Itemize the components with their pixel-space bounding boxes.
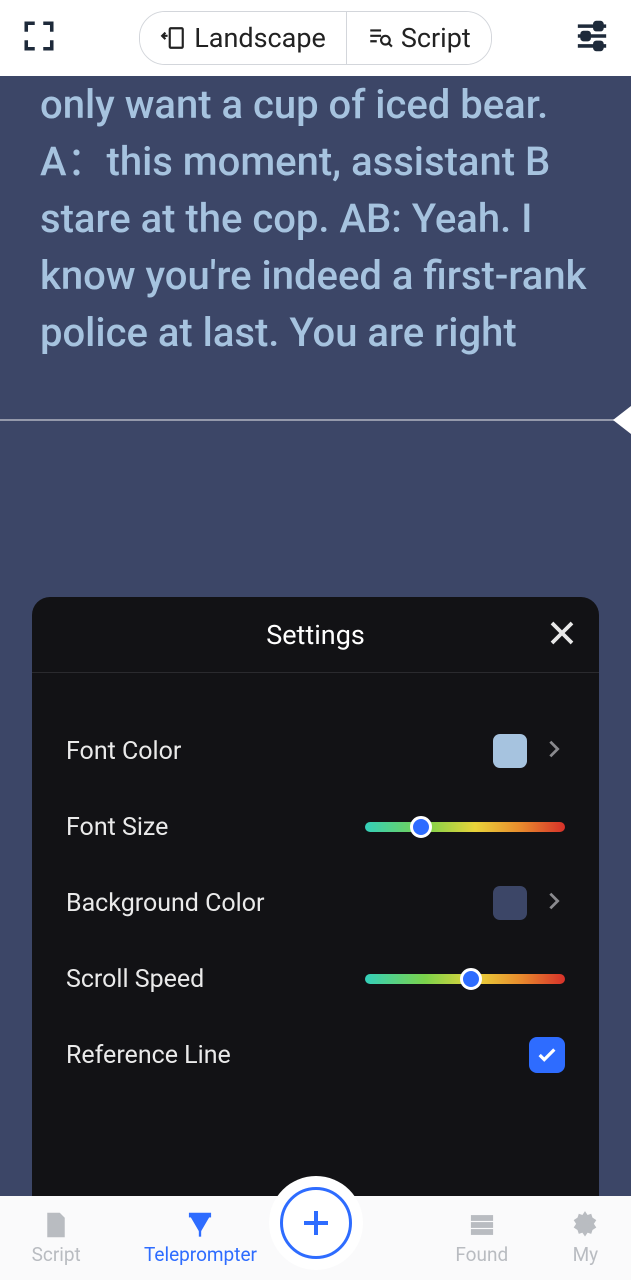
settings-sliders-icon[interactable]	[575, 19, 609, 57]
reference-line-label: Reference Line	[66, 1041, 231, 1070]
fab-container	[269, 1176, 363, 1270]
scroll-speed-slider[interactable]	[365, 974, 565, 984]
nav-teleprompter[interactable]: Teleprompter	[144, 1211, 257, 1266]
script-mode-button[interactable]: Script	[346, 12, 491, 64]
fullscreen-icon[interactable]	[22, 19, 56, 57]
nav-script-label: Script	[32, 1243, 81, 1266]
font-color-row[interactable]: Font Color	[66, 713, 565, 789]
scroll-speed-row: Scroll Speed	[66, 941, 565, 1017]
script-label: Script	[401, 22, 471, 54]
background-color-label: Background Color	[66, 889, 264, 918]
check-icon	[536, 1044, 558, 1066]
background-color-row[interactable]: Background Color	[66, 865, 565, 941]
reference-line	[0, 419, 631, 421]
plus-icon	[300, 1207, 332, 1239]
nav-found[interactable]: Found	[455, 1211, 508, 1266]
reference-line-row: Reference Line	[66, 1017, 565, 1093]
chevron-right-icon	[543, 890, 565, 916]
script-icon	[42, 1211, 70, 1239]
gear-icon	[571, 1211, 599, 1239]
nav-found-label: Found	[455, 1243, 508, 1266]
nav-script[interactable]: Script	[32, 1211, 81, 1266]
nav-teleprompter-label: Teleprompter	[144, 1243, 257, 1266]
scroll-speed-slider-thumb[interactable]	[460, 968, 482, 990]
settings-close-button[interactable]	[547, 618, 577, 652]
nav-my-label: My	[573, 1243, 599, 1266]
font-size-label: Font Size	[66, 813, 168, 842]
font-size-slider-thumb[interactable]	[410, 816, 432, 838]
chevron-right-icon	[543, 738, 565, 764]
background-color-swatch	[493, 886, 527, 920]
reference-line-checkbox[interactable]	[529, 1037, 565, 1073]
landscape-label: Landscape	[194, 22, 326, 54]
font-size-slider[interactable]	[365, 822, 565, 832]
landscape-mode-button[interactable]: Landscape	[140, 12, 346, 64]
font-color-swatch	[493, 734, 527, 768]
nav-my[interactable]: My	[571, 1211, 599, 1266]
font-color-label: Font Color	[66, 737, 181, 766]
teleprompter-text: only want a cup of iced bear. A：this mom…	[0, 76, 631, 361]
teleprompter-icon	[186, 1211, 214, 1239]
found-icon	[468, 1211, 496, 1239]
font-size-row: Font Size	[66, 789, 565, 865]
mode-segmented-control: Landscape Script	[139, 11, 491, 65]
top-toolbar: Landscape Script	[0, 0, 631, 76]
settings-panel-body: Font Color Font Size Background Color Sc…	[32, 673, 599, 1093]
close-icon	[547, 618, 577, 648]
reference-line-marker-icon	[613, 406, 631, 434]
settings-panel-header: Settings	[32, 597, 599, 673]
settings-title: Settings	[266, 619, 365, 651]
add-button[interactable]	[280, 1187, 352, 1259]
scroll-speed-label: Scroll Speed	[66, 965, 204, 994]
